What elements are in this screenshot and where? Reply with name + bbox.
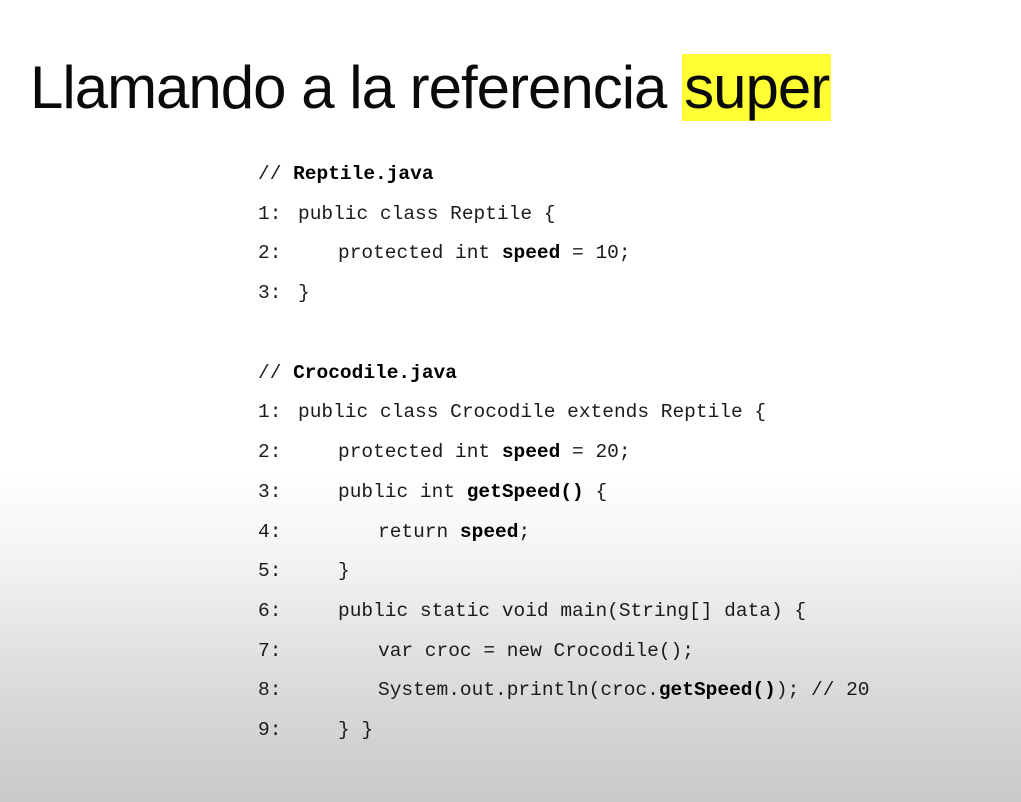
line-number: 9: bbox=[258, 718, 282, 741]
code-text: var croc = new Crocodile(); bbox=[378, 639, 694, 662]
code-text: = 20; bbox=[560, 441, 631, 464]
title-text: Llamando a la referencia bbox=[30, 54, 683, 121]
code-text: public class Reptile { bbox=[298, 202, 556, 225]
code-line: 7: var croc = new Crocodile(); bbox=[258, 632, 870, 672]
line-number: 1: bbox=[258, 401, 282, 424]
line-number: 3: bbox=[258, 480, 282, 503]
code-line: 5:} bbox=[258, 552, 870, 592]
file-header-crocodile: // Crocodile.java bbox=[258, 354, 870, 394]
title-highlight: super bbox=[682, 54, 832, 121]
code-line: 6: public static void main(String[] data)… bbox=[258, 592, 870, 632]
code-keyword: speed bbox=[459, 520, 519, 543]
line-number: 1: bbox=[258, 202, 282, 225]
code-listing: // Reptile.java 1: public class Reptile {… bbox=[258, 155, 870, 751]
line-number: 6: bbox=[258, 599, 282, 622]
line-number: 8: bbox=[258, 679, 282, 702]
slide-title: Llamando a la referencia super bbox=[30, 46, 832, 130]
code-text: System.out.println(croc. bbox=[378, 679, 659, 702]
code-text: ; bbox=[518, 520, 531, 543]
code-line: 2: protected int speed = 20; bbox=[258, 433, 870, 473]
code-line: 2: protected int speed = 10; bbox=[258, 234, 870, 274]
code-text: } bbox=[338, 560, 350, 583]
code-line: 9: } } bbox=[258, 711, 870, 751]
code-gap bbox=[258, 314, 870, 354]
line-number: 2: bbox=[258, 242, 282, 265]
code-text: public static void main(String[] data) { bbox=[338, 599, 807, 622]
code-text: public class Crocodile extends Reptile { bbox=[298, 401, 767, 424]
code-line: 3:} bbox=[258, 274, 870, 314]
comment-marker: // bbox=[258, 361, 294, 384]
code-line: 1: public class Crocodile extends Reptile… bbox=[258, 393, 870, 433]
line-number: 7: bbox=[258, 639, 282, 662]
code-keyword: getSpeed() bbox=[466, 480, 584, 503]
code-text: protected int bbox=[338, 242, 502, 265]
line-number: 4: bbox=[258, 520, 282, 543]
code-keyword: speed bbox=[501, 242, 561, 265]
code-text: return bbox=[378, 520, 460, 543]
code-keyword: getSpeed() bbox=[658, 679, 776, 702]
code-text: = 10; bbox=[560, 242, 631, 265]
code-text: public int bbox=[338, 480, 467, 503]
code-text: ); // 20 bbox=[775, 679, 870, 702]
code-keyword: speed bbox=[501, 441, 561, 464]
line-number: 3: bbox=[258, 282, 282, 305]
code-text: } } bbox=[338, 718, 374, 741]
code-text: { bbox=[583, 480, 608, 503]
code-text: protected int bbox=[338, 441, 502, 464]
line-number: 5: bbox=[258, 560, 282, 583]
file-name: Crocodile.java bbox=[293, 361, 457, 384]
code-text: } bbox=[298, 282, 310, 305]
file-header-reptile: // Reptile.java bbox=[258, 155, 870, 195]
line-number: 2: bbox=[258, 441, 282, 464]
code-line: 1: public class Reptile { bbox=[258, 195, 870, 235]
code-line: 3: public int getSpeed() { bbox=[258, 473, 870, 513]
comment-marker: // bbox=[258, 163, 294, 185]
code-line: 8: System.out.println(croc.getSpeed()); /… bbox=[258, 671, 870, 711]
file-name: Reptile.java bbox=[293, 163, 434, 185]
code-line: 4: return speed; bbox=[258, 513, 870, 553]
